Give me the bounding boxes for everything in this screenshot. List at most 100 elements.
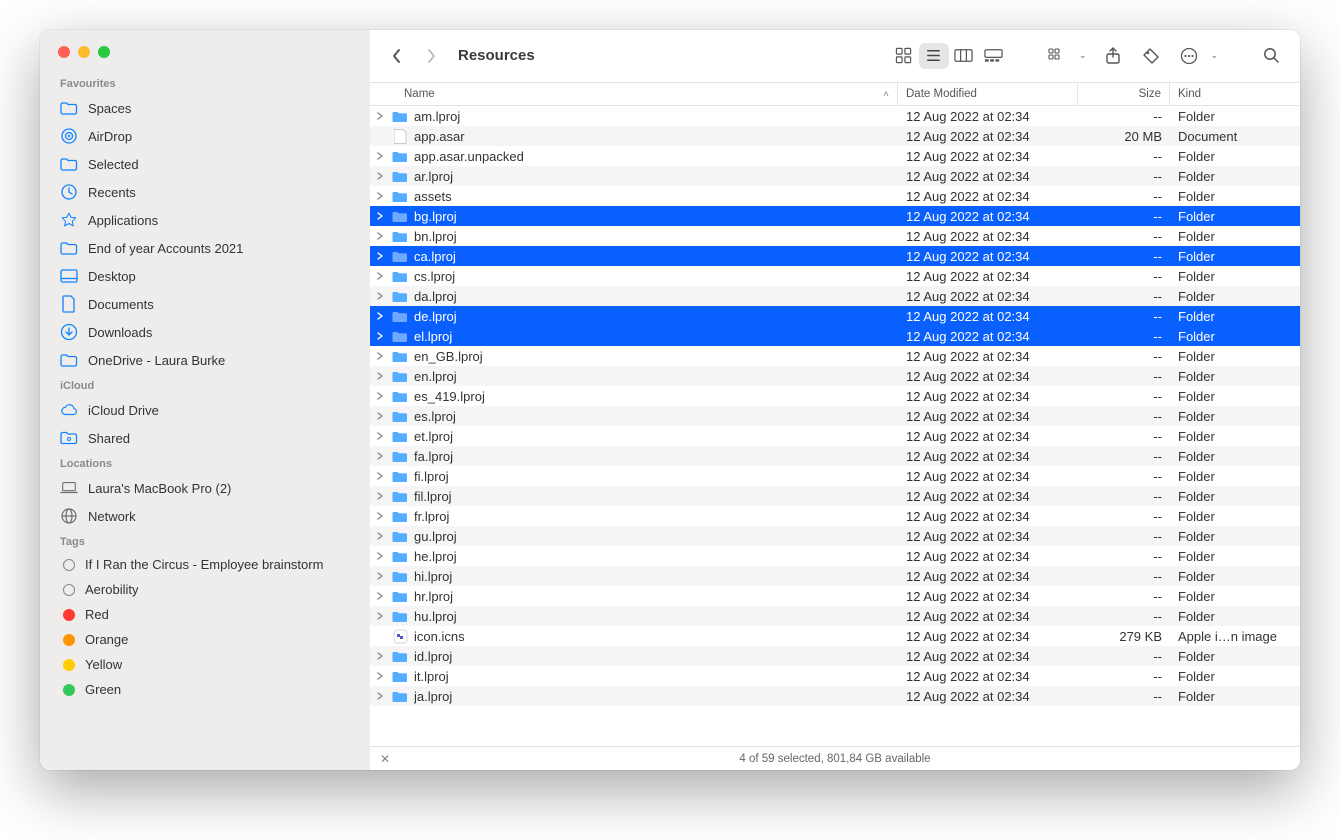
file-list[interactable]: am.lproj12 Aug 2022 at 02:34--Folderapp.… bbox=[370, 106, 1300, 746]
sidebar-item[interactable]: Aerobility bbox=[40, 577, 370, 602]
icon-view-button[interactable] bbox=[889, 43, 919, 69]
disclosure-triangle-icon[interactable] bbox=[376, 192, 390, 200]
disclosure-triangle-icon[interactable] bbox=[376, 572, 390, 580]
search-button[interactable] bbox=[1256, 43, 1286, 69]
sidebar-item[interactable]: Recents bbox=[40, 178, 370, 206]
sidebar-item[interactable]: iCloud Drive bbox=[40, 396, 370, 424]
column-header-name[interactable]: Name ˄ bbox=[370, 83, 898, 105]
file-row[interactable]: gu.lproj12 Aug 2022 at 02:34--Folder bbox=[370, 526, 1300, 546]
file-row[interactable]: ja.lproj12 Aug 2022 at 02:34--Folder bbox=[370, 686, 1300, 706]
file-row[interactable]: id.lproj12 Aug 2022 at 02:34--Folder bbox=[370, 646, 1300, 666]
disclosure-triangle-icon[interactable] bbox=[376, 372, 390, 380]
disclosure-triangle-icon[interactable] bbox=[376, 252, 390, 260]
column-view-button[interactable] bbox=[949, 43, 979, 69]
file-row[interactable]: fa.lproj12 Aug 2022 at 02:34--Folder bbox=[370, 446, 1300, 466]
disclosure-triangle-icon[interactable] bbox=[376, 552, 390, 560]
column-header-kind[interactable]: Kind bbox=[1170, 83, 1300, 105]
file-row[interactable]: de.lproj12 Aug 2022 at 02:34--Folder bbox=[370, 306, 1300, 326]
file-row[interactable]: he.lproj12 Aug 2022 at 02:34--Folder bbox=[370, 546, 1300, 566]
file-name: es.lproj bbox=[414, 409, 898, 424]
file-row[interactable]: bg.lproj12 Aug 2022 at 02:34--Folder bbox=[370, 206, 1300, 226]
minimize-window-button[interactable] bbox=[78, 46, 90, 58]
disclosure-triangle-icon[interactable] bbox=[376, 512, 390, 520]
disclosure-triangle-icon[interactable] bbox=[376, 492, 390, 500]
nav-forward-button[interactable] bbox=[418, 42, 444, 70]
sidebar-item[interactable]: Red bbox=[40, 602, 370, 627]
sidebar-item[interactable]: End of year Accounts 2021 bbox=[40, 234, 370, 262]
file-row[interactable]: hi.lproj12 Aug 2022 at 02:34--Folder bbox=[370, 566, 1300, 586]
list-view-button[interactable] bbox=[919, 43, 949, 69]
disclosure-triangle-icon[interactable] bbox=[376, 312, 390, 320]
close-window-button[interactable] bbox=[58, 46, 70, 58]
disclosure-triangle-icon[interactable] bbox=[376, 452, 390, 460]
disclosure-triangle-icon[interactable] bbox=[376, 152, 390, 160]
file-row[interactable]: es.lproj12 Aug 2022 at 02:34--Folder bbox=[370, 406, 1300, 426]
column-header-date[interactable]: Date Modified bbox=[898, 83, 1078, 105]
file-row[interactable]: ca.lproj12 Aug 2022 at 02:34--Folder bbox=[370, 246, 1300, 266]
sidebar-item[interactable]: Downloads bbox=[40, 318, 370, 346]
column-header-size[interactable]: Size bbox=[1078, 83, 1170, 105]
disclosure-triangle-icon[interactable] bbox=[376, 532, 390, 540]
disclosure-triangle-icon[interactable] bbox=[376, 292, 390, 300]
disclosure-triangle-icon[interactable] bbox=[376, 232, 390, 240]
sidebar-item[interactable]: Spaces bbox=[40, 94, 370, 122]
disclosure-triangle-icon[interactable] bbox=[376, 332, 390, 340]
path-bar-close-button[interactable]: ✕ bbox=[380, 752, 390, 766]
file-row[interactable]: es_419.lproj12 Aug 2022 at 02:34--Folder bbox=[370, 386, 1300, 406]
group-by-button[interactable] bbox=[1043, 43, 1073, 69]
tags-button[interactable] bbox=[1136, 43, 1166, 69]
file-row[interactable]: bn.lproj12 Aug 2022 at 02:34--Folder bbox=[370, 226, 1300, 246]
gallery-view-button[interactable] bbox=[979, 43, 1009, 69]
sidebar-item[interactable]: Network bbox=[40, 502, 370, 530]
disclosure-triangle-icon[interactable] bbox=[376, 612, 390, 620]
sidebar-item[interactable]: If I Ran the Circus - Employee brainstor… bbox=[40, 552, 370, 577]
file-row[interactable]: en_GB.lproj12 Aug 2022 at 02:34--Folder bbox=[370, 346, 1300, 366]
disclosure-triangle-icon[interactable] bbox=[376, 272, 390, 280]
sidebar-item[interactable]: Documents bbox=[40, 290, 370, 318]
sidebar-item[interactable]: Shared bbox=[40, 424, 370, 452]
file-row[interactable]: icon.icns12 Aug 2022 at 02:34279 KBApple… bbox=[370, 626, 1300, 646]
disclosure-triangle-icon[interactable] bbox=[376, 112, 390, 120]
file-row[interactable]: ar.lproj12 Aug 2022 at 02:34--Folder bbox=[370, 166, 1300, 186]
sidebar-item[interactable]: OneDrive - Laura Burke bbox=[40, 346, 370, 374]
sidebar-item[interactable]: Selected bbox=[40, 150, 370, 178]
file-row[interactable]: hu.lproj12 Aug 2022 at 02:34--Folder bbox=[370, 606, 1300, 626]
file-row[interactable]: et.lproj12 Aug 2022 at 02:34--Folder bbox=[370, 426, 1300, 446]
disclosure-triangle-icon[interactable] bbox=[376, 472, 390, 480]
share-button[interactable] bbox=[1098, 43, 1128, 69]
disclosure-triangle-icon[interactable] bbox=[376, 212, 390, 220]
sidebar-item[interactable]: AirDrop bbox=[40, 122, 370, 150]
file-row[interactable]: app.asar.unpacked12 Aug 2022 at 02:34--F… bbox=[370, 146, 1300, 166]
disclosure-triangle-icon[interactable] bbox=[376, 652, 390, 660]
disclosure-triangle-icon[interactable] bbox=[376, 592, 390, 600]
sidebar-item[interactable]: Applications bbox=[40, 206, 370, 234]
file-row[interactable]: app.asar12 Aug 2022 at 02:3420 MBDocumen… bbox=[370, 126, 1300, 146]
sidebar-item[interactable]: Desktop bbox=[40, 262, 370, 290]
sidebar-item[interactable]: Orange bbox=[40, 627, 370, 652]
nav-back-button[interactable] bbox=[384, 42, 410, 70]
file-row[interactable]: am.lproj12 Aug 2022 at 02:34--Folder bbox=[370, 106, 1300, 126]
file-date: 12 Aug 2022 at 02:34 bbox=[898, 169, 1078, 184]
disclosure-triangle-icon[interactable] bbox=[376, 672, 390, 680]
file-row[interactable]: fr.lproj12 Aug 2022 at 02:34--Folder bbox=[370, 506, 1300, 526]
file-row[interactable]: assets12 Aug 2022 at 02:34--Folder bbox=[370, 186, 1300, 206]
disclosure-triangle-icon[interactable] bbox=[376, 392, 390, 400]
file-row[interactable]: it.lproj12 Aug 2022 at 02:34--Folder bbox=[370, 666, 1300, 686]
fullscreen-window-button[interactable] bbox=[98, 46, 110, 58]
file-row[interactable]: hr.lproj12 Aug 2022 at 02:34--Folder bbox=[370, 586, 1300, 606]
file-row[interactable]: fil.lproj12 Aug 2022 at 02:34--Folder bbox=[370, 486, 1300, 506]
file-row[interactable]: fi.lproj12 Aug 2022 at 02:34--Folder bbox=[370, 466, 1300, 486]
disclosure-triangle-icon[interactable] bbox=[376, 172, 390, 180]
sidebar-item[interactable]: Yellow bbox=[40, 652, 370, 677]
disclosure-triangle-icon[interactable] bbox=[376, 352, 390, 360]
disclosure-triangle-icon[interactable] bbox=[376, 412, 390, 420]
disclosure-triangle-icon[interactable] bbox=[376, 692, 390, 700]
action-menu-button[interactable] bbox=[1174, 43, 1204, 69]
file-row[interactable]: da.lproj12 Aug 2022 at 02:34--Folder bbox=[370, 286, 1300, 306]
file-row[interactable]: en.lproj12 Aug 2022 at 02:34--Folder bbox=[370, 366, 1300, 386]
disclosure-triangle-icon[interactable] bbox=[376, 432, 390, 440]
sidebar-item[interactable]: Laura's MacBook Pro (2) bbox=[40, 474, 370, 502]
sidebar-item[interactable]: Green bbox=[40, 677, 370, 702]
file-row[interactable]: el.lproj12 Aug 2022 at 02:34--Folder bbox=[370, 326, 1300, 346]
file-row[interactable]: cs.lproj12 Aug 2022 at 02:34--Folder bbox=[370, 266, 1300, 286]
